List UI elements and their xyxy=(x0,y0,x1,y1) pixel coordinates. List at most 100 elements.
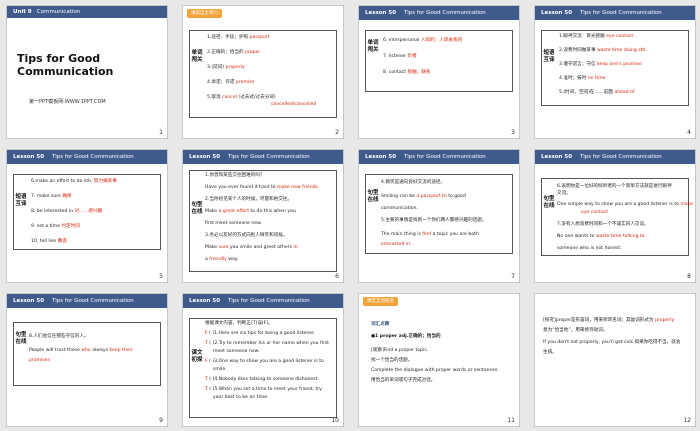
page-number: 3 xyxy=(511,129,515,136)
slide-thumbnail-6[interactable]: Lesson 50 Tips for Good Communication 句型在… xyxy=(182,149,344,283)
sentence-table xyxy=(13,322,161,386)
page-number: 9 xyxy=(159,417,163,424)
page-number: 10 xyxy=(331,417,339,424)
reading-line: F ( )1.Here are six tips for being a goo… xyxy=(205,331,316,336)
section-tag: 课堂互动探究 xyxy=(363,297,398,306)
sentence-line: Make a great effort to do this when you xyxy=(205,209,296,214)
site-watermark: 第一PPT模板网-WWW.1PPT.COM xyxy=(29,99,106,105)
section-side-label: 单词闯关 xyxy=(191,50,203,63)
vocab-line: 1.途径、手段；护照 passport xyxy=(207,35,270,40)
slide-header: Unit 9 Communication xyxy=(7,6,167,18)
vocab-line: 2.正确的；恰当的 proper xyxy=(207,50,261,55)
slide-header: Lesson 50 Tips for Good Communication xyxy=(7,294,167,308)
sentence-line: The main thing is find a topic you are b… xyxy=(381,232,479,237)
phrase-line: 7. make sure 确保 xyxy=(31,194,72,199)
phrase-line: 3.遵守诺言；守信 keep one's promise xyxy=(559,62,642,67)
phrase-line: 8. be interested in 对……感兴趣 xyxy=(31,209,103,214)
slide-header: Lesson 50 Tips for Good Communication xyxy=(183,294,343,308)
example-line: 用恰当的单词或句子完成对话。 xyxy=(371,378,436,383)
vocab-line: 5.取消 cancel (过去式/过去分词) xyxy=(207,95,276,100)
reading-line: your best to be on time. xyxy=(213,395,269,400)
sentence-line: 1.你曾和某些交往困难的吗？ xyxy=(205,173,265,178)
example-line: 找一个恰当的话题。 xyxy=(371,358,413,363)
slide-thumbnail-12[interactable]: [探究]proper是形容词，用来修饰名词；其副词形式为 properly 意为… xyxy=(534,293,696,427)
section-side-label: 句型在线 xyxy=(15,332,27,345)
section-tag: 课前自主预习 xyxy=(187,9,222,18)
section-side-label: 课文初探 xyxy=(191,350,203,363)
explore-line: If you don't eat properly, you'll get si… xyxy=(543,340,681,345)
page-number: 2 xyxy=(335,129,339,136)
sentence-line: 6.表明你是一位好的倾听者的一个简单方法就是进行眼神 xyxy=(557,184,672,189)
sentence-line: 交流。 xyxy=(557,191,571,196)
sentence-line: One simple way to show you are a good li… xyxy=(557,202,694,207)
reading-line: smile. xyxy=(213,367,227,372)
page-number: 5 xyxy=(159,273,163,280)
page-number: 12 xyxy=(683,417,691,424)
slide-thumbnail-9[interactable]: Lesson 50 Tips for Good Communication 句型在… xyxy=(6,293,168,427)
sentence-line: 5.主要的事情是找到一个你们两人都感兴趣的话题。 xyxy=(381,218,487,223)
reading-line: T ( )4.Nobody likes talking to someone d… xyxy=(205,377,319,382)
word-entry: ●1 proper adj.正确的；恰当的 xyxy=(371,334,441,339)
slide-header: Lesson 50 Tips for Good Communication xyxy=(359,6,519,20)
example-line: [观察]Find a proper topic. xyxy=(371,348,429,353)
sentence-line: someone who is not honest. xyxy=(557,246,622,251)
vocab-answer: cancelled/cancelled xyxy=(271,102,317,107)
section-side-label: 单词闯关 xyxy=(367,40,379,53)
slide-thumbnail-5[interactable]: Lesson 50 Tips for Good Communication 短语互… xyxy=(6,149,168,283)
sentence-answer: promises xyxy=(29,358,50,363)
sentence-line: first meet someone new. xyxy=(205,221,262,226)
slide-header: Lesson 50 Tips for Good Communication xyxy=(359,150,519,164)
explore-line: [探究]proper是形容词，用来修饰名词；其副词形式为 properly xyxy=(543,318,675,323)
section-side-label: 句型在线 xyxy=(367,190,379,203)
slide-header: Lesson 50 Tips for Good Communication xyxy=(7,150,167,164)
example-line: Complete the dialogue with proper words … xyxy=(371,368,499,373)
slide-thumbnail-11[interactable]: 课堂互动探究 词汇点睛 ●1 proper adj.正确的；恰当的 [观察]Fi… xyxy=(358,293,520,427)
slide-grid: Unit 9 Communication Tips for Good Commu… xyxy=(6,5,696,428)
sentence-line: Make sure you smile and greet others in xyxy=(205,245,298,250)
slide-thumbnail-8[interactable]: Lesson 50 Tips for Good Communication 句型在… xyxy=(534,149,696,283)
slide-thumbnail-4[interactable]: Lesson 50 Tips for Good Communication 短语互… xyxy=(534,5,696,139)
slide-thumbnail-1[interactable]: Unit 9 Communication Tips for Good Commu… xyxy=(6,5,168,139)
slide-thumbnail-3[interactable]: Lesson 50 Tips for Good Communication 单词闯… xyxy=(358,5,520,139)
reading-line: T ( )2.Try to remember his or her name w… xyxy=(205,341,329,346)
reading-line: F ( )3.One way to show you are a good li… xyxy=(205,359,324,364)
explore-line: 生病。 xyxy=(543,350,557,355)
sentence-line: Smiling can be a passport to to good xyxy=(381,194,466,199)
vocab-line: 6. interpersonal 人际的；人际关系的 xyxy=(383,38,463,43)
slide-header: Lesson 50 Tips for Good Communication xyxy=(535,6,695,20)
explore-line: 意为“恰当地”，用来修饰动词。 xyxy=(543,328,608,333)
section-side-label: 句型在线 xyxy=(191,202,203,215)
section-side-label: 短语互译 xyxy=(15,194,27,207)
page-number: 11 xyxy=(507,417,515,424)
sentence-line: 4.微笑是通向良好交流的途径。 xyxy=(381,180,446,185)
sentence-line: No one wants to waste time talking to xyxy=(557,234,645,239)
vocab-line: 8. contact 接触；联系 xyxy=(383,70,431,75)
slide-title: Tips for Good Communication xyxy=(17,52,114,78)
sentence-answer: interested in xyxy=(381,242,411,247)
sentence-line: a friendly way. xyxy=(205,257,239,262)
unit-label: Unit 9 xyxy=(13,9,32,15)
phrase-line: 5.(时间、空间)在……前面 ahead of xyxy=(559,90,635,95)
page-number: 8 xyxy=(687,273,691,280)
phrase-line: 4.准时；按时 on time xyxy=(559,76,606,81)
vocab-line: 4.承诺；许诺 promise xyxy=(207,80,255,85)
reading-line: meet someone new. xyxy=(213,349,260,354)
sentence-line: 2.当你初见某个人的时候，尽量和他交往。 xyxy=(205,197,293,202)
slide-header: Lesson 50 Tips for Good Communication xyxy=(535,150,695,164)
phrase-line: 2.浪费时间做某事 waste time doing sth. xyxy=(559,48,647,53)
section-side-label: 句型在线 xyxy=(543,196,555,209)
reading-line: 根据课文内容，判断正(T)误(F)。 xyxy=(205,321,273,326)
slide-thumbnail-7[interactable]: Lesson 50 Tips for Good Communication 句型在… xyxy=(358,149,520,283)
reading-line: T ( )5.When you set a time to meet your … xyxy=(205,387,322,392)
sentence-answer: eye contact xyxy=(581,210,609,215)
page-number: 6 xyxy=(335,273,339,280)
unit-topic: Communication xyxy=(36,9,81,15)
slide-thumbnail-2[interactable]: 课前自主预习 单词闯关 1.途径、手段；护照 passport 2.正确的；恰当… xyxy=(182,5,344,139)
section-side-label: 短语互译 xyxy=(543,50,555,63)
vocab-line: 7. listener 听者 xyxy=(383,54,417,59)
vocab-line: 3.(前词) properly xyxy=(207,65,245,70)
slide-thumbnail-10[interactable]: Lesson 50 Tips for Good Communication 课文初… xyxy=(182,293,344,427)
sentence-line: 3.务必以友好的方式向别人微笑和问候。 xyxy=(205,233,288,238)
sentence-line: People will trust those who always keep … xyxy=(29,348,133,353)
sentence-line: 8.人们会信任那些守信的人。 xyxy=(29,334,89,339)
